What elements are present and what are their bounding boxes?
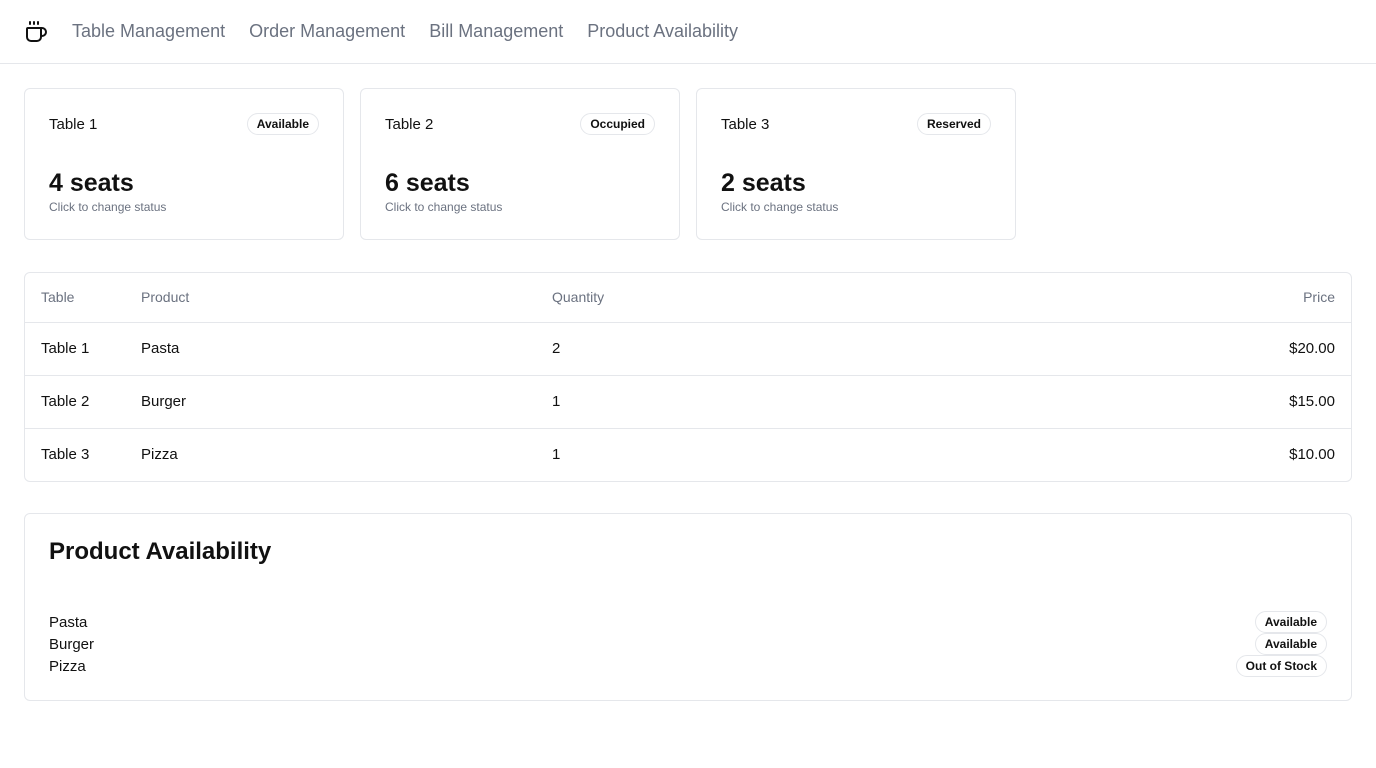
column-header-table: Table: [25, 273, 125, 323]
list-item[interactable]: Burger Available: [49, 633, 1327, 655]
status-badge: Available: [1254, 633, 1327, 655]
cell-quantity: 1: [536, 375, 960, 429]
section-title: Product Availability: [49, 538, 272, 565]
table-card[interactable]: Table 2 Occupied 6 seats Click to change…: [360, 88, 680, 240]
table-card-hint: Click to change status: [721, 200, 839, 214]
table-card-seats: 4 seats: [49, 169, 134, 197]
table-row[interactable]: Table 3 Pizza 1 $10.00: [25, 428, 1351, 481]
cell-product: Pizza: [141, 446, 178, 464]
table-cards: Table 1 Available 4 seats Click to chang…: [24, 88, 1016, 240]
nav-product-availability[interactable]: Product Availability: [587, 21, 738, 42]
table-row[interactable]: Table 1 Pasta 2 $20.00: [25, 322, 1351, 376]
list-item[interactable]: Pizza Out of Stock: [49, 655, 1327, 677]
product-availability-card: Product Availability Pasta Available Bur…: [24, 513, 1352, 701]
table-card-hint: Click to change status: [385, 200, 503, 214]
product-name: Burger: [49, 635, 95, 653]
table-card-hint: Click to change status: [49, 200, 167, 214]
cell-product: Burger: [125, 375, 536, 429]
status-badge: Out of Stock: [1235, 655, 1327, 677]
list-item[interactable]: Pasta Available: [49, 611, 1327, 633]
status-badge: Occupied: [580, 113, 655, 135]
main-nav: Table Management Order Management Bill M…: [72, 21, 738, 42]
nav-order-management[interactable]: Order Management: [249, 21, 405, 42]
table-card[interactable]: Table 3 Reserved 2 seats Click to change…: [696, 88, 1016, 240]
table-card-seats: 2 seats: [721, 169, 806, 197]
status-badge: Available: [1254, 611, 1327, 633]
table-card-name: Table 1: [49, 116, 98, 133]
cell-table: Table 2: [25, 375, 125, 429]
column-header-product: Product: [125, 273, 536, 323]
cell-quantity: 2: [536, 322, 960, 376]
table-card[interactable]: Table 1 Available 4 seats Click to chang…: [24, 88, 344, 240]
table-card-name: Table 3: [721, 116, 770, 133]
table-card-seats: 6 seats: [385, 169, 470, 197]
availability-list: Pasta Available Burger Available Pizza O…: [49, 611, 1327, 677]
coffee-cup-icon[interactable]: [24, 20, 48, 44]
cell-quantity: 1: [552, 446, 561, 464]
status-badge: Available: [246, 113, 319, 135]
table-card-name: Table 2: [385, 116, 434, 133]
nav-table-management[interactable]: Table Management: [72, 21, 225, 42]
cell-table: Table 1: [25, 322, 125, 376]
cell-product: Pasta: [125, 322, 536, 376]
cell-price: $10.00: [1289, 446, 1335, 464]
nav-bill-management[interactable]: Bill Management: [429, 21, 563, 42]
status-badge: Reserved: [916, 113, 991, 135]
orders-table: Table Product Quantity Price Table 1 Pas…: [24, 272, 1352, 482]
table-row[interactable]: Table 2 Burger 1 $15.00: [25, 375, 1351, 429]
column-header-price: Price: [959, 273, 1351, 323]
top-nav-bar: Table Management Order Management Bill M…: [0, 0, 1376, 64]
product-name: Pasta: [49, 613, 88, 631]
product-name: Pizza: [49, 657, 86, 675]
table-header-row: Table Product Quantity Price: [25, 273, 1351, 323]
cell-price: $15.00: [959, 375, 1351, 429]
cell-price: $20.00: [959, 322, 1351, 376]
cell-table: Table 3: [41, 446, 90, 464]
column-header-quantity: Quantity: [536, 273, 960, 323]
